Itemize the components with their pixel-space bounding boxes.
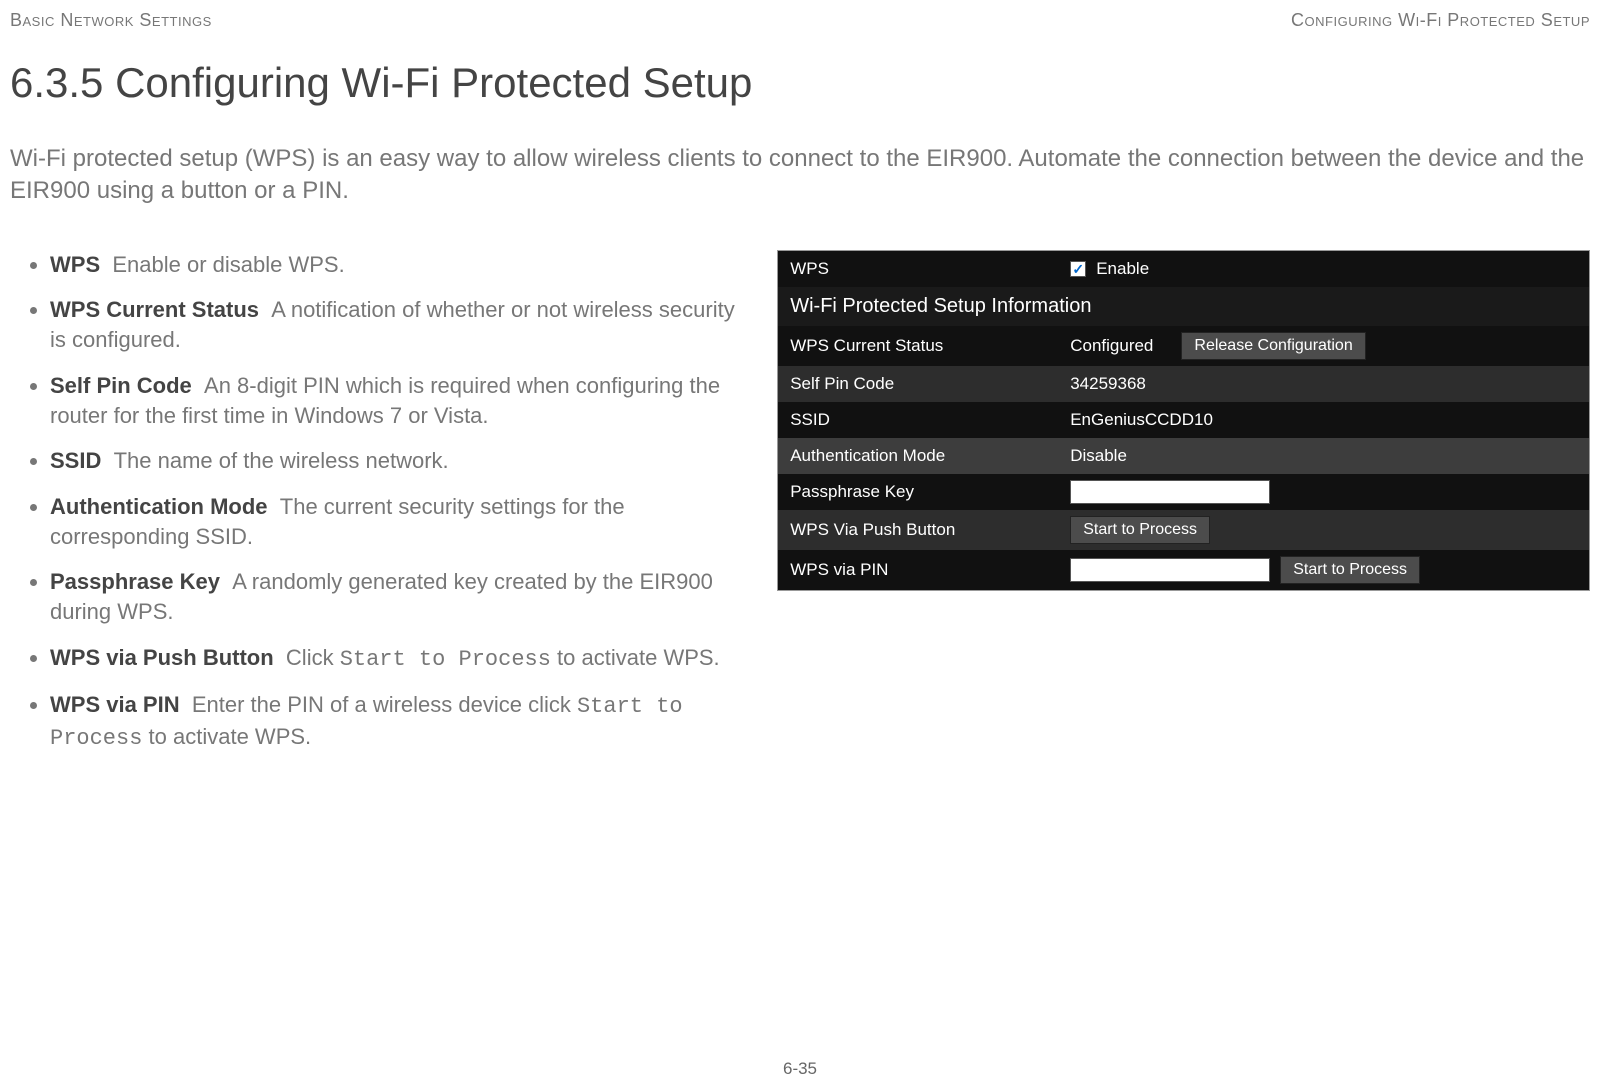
release-configuration-button[interactable]: Release Configuration: [1181, 332, 1365, 360]
list-item: WPS Enable or disable WPS.: [50, 250, 747, 280]
wps-enable-row: WPS ✓ Enable: [778, 251, 1589, 287]
page-header: Basic Network Settings Configuring Wi-Fi…: [10, 10, 1590, 31]
header-right: Configuring Wi-Fi Protected Setup: [1291, 10, 1590, 31]
auth-mode-row: Authentication Mode Disable: [778, 438, 1589, 474]
intro-paragraph: Wi-Fi protected setup (WPS) is an easy w…: [10, 143, 1590, 208]
self-pin-row: Self Pin Code 34259368: [778, 366, 1589, 402]
ssid-value: EnGeniusCCDD10: [1058, 404, 1589, 436]
list-item: WPS via Push Button Click Start to Proce…: [50, 643, 747, 675]
self-pin-value: 34259368: [1058, 368, 1589, 400]
wps-via-pin-row: WPS via PIN Start to Process: [778, 550, 1589, 590]
definition-list: WPS Enable or disable WPS. WPS Current S…: [10, 250, 747, 770]
wps-pin-input[interactable]: [1070, 558, 1270, 582]
ssid-row: SSID EnGeniusCCDD10: [778, 402, 1589, 438]
list-item: WPS via PIN Enter the PIN of a wireless …: [50, 690, 747, 753]
auth-mode-value: Disable: [1058, 440, 1589, 472]
list-item: Authentication Mode The current security…: [50, 492, 747, 551]
wps-push-start-button[interactable]: Start to Process: [1070, 516, 1210, 544]
wps-push-button-row: WPS Via Push Button Start to Process: [778, 510, 1589, 550]
page-number: 6-35: [0, 1059, 1600, 1079]
list-item: WPS Current Status A notification of whe…: [50, 295, 747, 354]
passphrase-row: Passphrase Key: [778, 474, 1589, 510]
wps-enable-checkbox[interactable]: ✓: [1070, 261, 1086, 277]
list-item: Passphrase Key A randomly generated key …: [50, 567, 747, 626]
list-item: Self Pin Code An 8-digit PIN which is re…: [50, 371, 747, 430]
passphrase-input[interactable]: [1070, 480, 1270, 504]
wps-label: WPS: [778, 253, 1058, 285]
wps-current-status-row: WPS Current Status Configured Release Co…: [778, 326, 1589, 366]
section-title: 6.3.5 Configuring Wi-Fi Protected Setup: [10, 59, 1590, 107]
list-item: SSID The name of the wireless network.: [50, 446, 747, 476]
wps-pin-start-button[interactable]: Start to Process: [1280, 556, 1420, 584]
wps-enable-label: Enable: [1096, 259, 1149, 279]
wps-current-status-value: Configured: [1070, 336, 1153, 356]
wps-info-header: Wi-Fi Protected Setup Information: [778, 287, 1589, 326]
header-left: Basic Network Settings: [10, 10, 212, 31]
wps-settings-panel: WPS ✓ Enable Wi-Fi Protected Setup Infor…: [777, 250, 1590, 591]
